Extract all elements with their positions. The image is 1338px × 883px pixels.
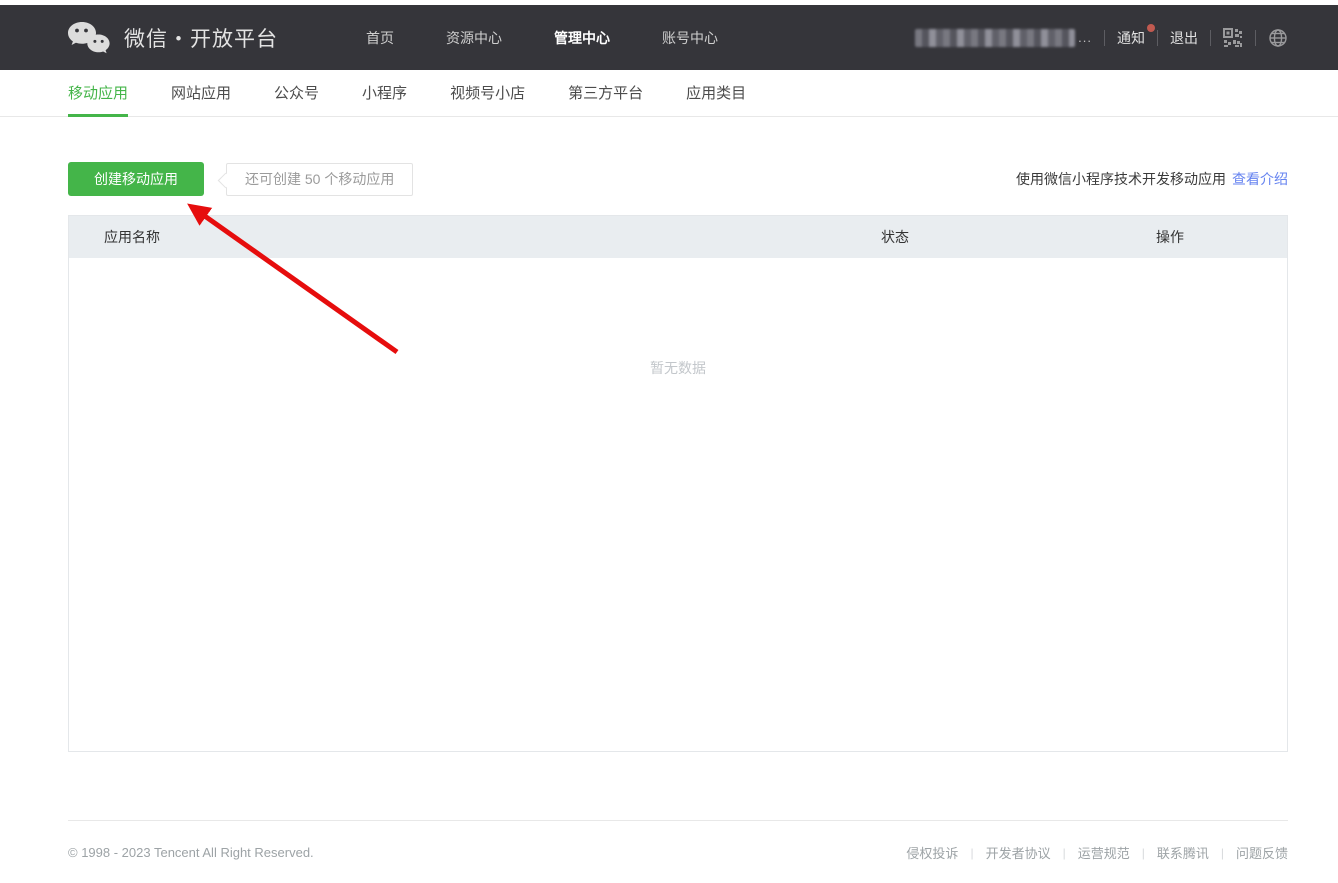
notifications-link[interactable]: 通知 <box>1117 28 1145 48</box>
wechat-open-platform-logo[interactable]: 微信・开放平台 <box>66 20 278 56</box>
top-header: 微信・开放平台 首页 资源中心 管理中心 账号中心 ... 通知 退出 <box>0 5 1338 70</box>
header-right-area: ... 通知 退出 <box>915 28 1288 48</box>
column-app-name: 应用名称 <box>69 227 881 247</box>
view-introduction-link[interactable]: 查看介绍 <box>1232 171 1288 187</box>
footer-links: 侵权投诉 | 开发者协议 | 运营规范 | 联系腾讯 | 问题反馈 <box>906 843 1288 862</box>
language-globe-icon[interactable] <box>1268 28 1288 48</box>
footer-link-operation-rules[interactable]: 运营规范 <box>1078 843 1130 862</box>
tab-app-category[interactable]: 应用类目 <box>686 70 746 117</box>
footer-link-infringement[interactable]: 侵权投诉 <box>906 843 958 862</box>
account-name-blurred[interactable] <box>915 29 1075 47</box>
create-mobile-app-button[interactable]: 创建移动应用 <box>68 162 204 196</box>
separator <box>1104 30 1105 46</box>
footer-link-contact-tencent[interactable]: 联系腾讯 <box>1157 843 1209 862</box>
app-list-table: 应用名称 状态 操作 暂无数据 <box>68 215 1288 752</box>
copyright-text: © 1998 - 2023 Tencent All Right Reserved… <box>68 845 314 860</box>
separator <box>1157 30 1158 46</box>
separator: | <box>1063 846 1066 860</box>
page-footer: © 1998 - 2023 Tencent All Right Reserved… <box>68 820 1288 862</box>
nav-item-home[interactable]: 首页 <box>340 28 420 48</box>
tab-mobile-app[interactable]: 移动应用 <box>68 70 128 117</box>
qr-code-icon[interactable] <box>1223 28 1243 48</box>
tab-website-app[interactable]: 网站应用 <box>171 70 231 117</box>
separator: | <box>1221 846 1224 860</box>
table-header-row: 应用名称 状态 操作 <box>69 216 1287 258</box>
wechat-logo-icon <box>66 20 110 56</box>
toolbar: 创建移动应用 还可创建 50 个移动应用 使用微信小程序技术开发移动应用查看介绍 <box>68 162 1288 196</box>
account-name-ellipsis: ... <box>1078 30 1092 45</box>
separator <box>1210 30 1211 46</box>
separator <box>1255 30 1256 46</box>
column-status: 状态 <box>881 227 1156 247</box>
hint-text: 使用微信小程序技术开发移动应用 <box>1016 171 1226 187</box>
tab-third-party-platform[interactable]: 第三方平台 <box>568 70 643 117</box>
nav-item-management-center[interactable]: 管理中心 <box>528 28 636 48</box>
tab-channels-shop[interactable]: 视频号小店 <box>450 70 525 117</box>
separator: | <box>970 846 973 860</box>
notification-badge-dot <box>1147 24 1155 32</box>
top-navigation: 首页 资源中心 管理中心 账号中心 <box>340 28 744 48</box>
empty-state-text: 暂无数据 <box>69 358 1287 378</box>
footer-link-feedback[interactable]: 问题反馈 <box>1236 843 1288 862</box>
quota-remaining-tooltip: 还可创建 50 个移动应用 <box>226 163 413 196</box>
footer-link-developer-agreement[interactable]: 开发者协议 <box>986 843 1051 862</box>
separator: | <box>1142 846 1145 860</box>
nav-item-account-center[interactable]: 账号中心 <box>636 28 744 48</box>
tab-official-account[interactable]: 公众号 <box>274 70 319 117</box>
tab-mini-program[interactable]: 小程序 <box>362 70 407 117</box>
logo-title: 微信・开放平台 <box>124 23 278 53</box>
nav-item-resources[interactable]: 资源中心 <box>420 28 528 48</box>
logout-link[interactable]: 退出 <box>1170 28 1198 48</box>
app-type-tabbar: 移动应用 网站应用 公众号 小程序 视频号小店 第三方平台 应用类目 <box>0 70 1338 117</box>
miniprogram-tech-hint: 使用微信小程序技术开发移动应用查看介绍 <box>1016 169 1288 189</box>
column-actions: 操作 <box>1156 227 1287 247</box>
